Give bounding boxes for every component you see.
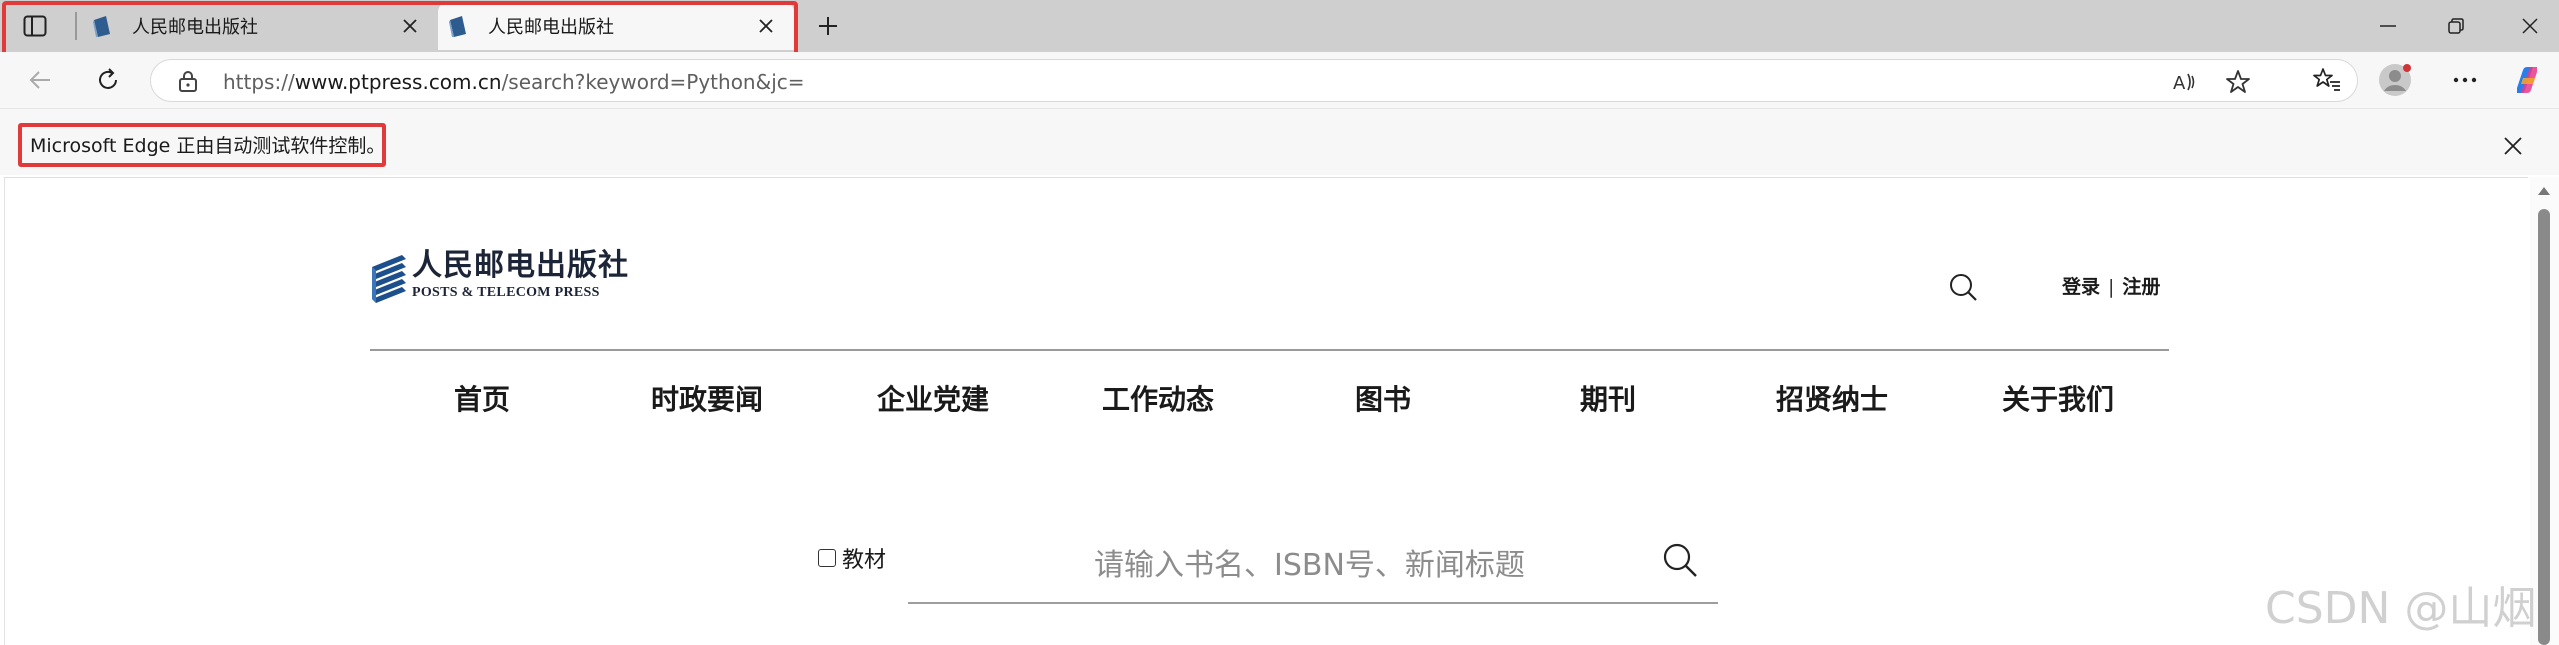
auth-divider: | [2108,276,2115,298]
sidebar-toggle-icon[interactable] [14,10,56,42]
header-divider [370,349,2169,351]
scroll-thumb[interactable] [2538,209,2550,645]
textbook-checkbox[interactable] [818,549,836,567]
nav-item-news[interactable]: 时政要闻 [651,378,763,418]
csdn-watermark: CSDN @山烟 [2265,583,2537,634]
main-nav: 首页 时政要闻 企业党建 工作动态 图书 期刊 招贤纳士 关于我们 [370,378,2169,418]
login-link[interactable]: 登录 [2062,276,2100,298]
tab-title: 人民邮电出版社 [488,17,614,38]
close-infobar-icon[interactable] [2496,129,2530,163]
scroll-up-arrow-icon[interactable] [2538,187,2550,195]
auth-links: 登录 | 注册 [2062,272,2160,299]
search-icon[interactable] [1946,270,1980,304]
lock-icon[interactable] [177,69,199,93]
address-bar[interactable]: https://www.ptpress.com.cn/search?keywor… [150,59,2358,102]
logo-book-stack-icon [372,255,406,303]
register-link[interactable]: 注册 [2122,276,2160,298]
tab-bar: 人民邮电出版社 人民邮电出版社 [0,0,2559,61]
book-favicon-icon [449,16,466,37]
svg-text:A: A [2173,73,2186,94]
profile-avatar-icon[interactable] [2378,63,2412,97]
tab-separator [75,12,77,40]
textbook-filter[interactable]: 教材 [818,542,886,574]
browser-toolbar: https://www.ptpress.com.cn/search?keywor… [0,52,2559,108]
read-aloud-icon[interactable]: A [2171,68,2201,96]
logo-en-text: POSTS & TELECOM PRESS [412,285,600,300]
search-input[interactable]: 请输入书名、ISBN号、新闻标题 [908,530,1718,604]
logo-cn-text: 人民邮电出版社 [412,248,629,283]
search-submit-icon[interactable] [1660,540,1700,580]
automation-infobar: Microsoft Edge 正由自动测试软件控制。 [0,108,2559,175]
nav-item-home[interactable]: 首页 [454,378,510,418]
refresh-icon[interactable] [88,62,128,98]
copilot-icon[interactable] [2510,63,2544,97]
favorite-star-icon[interactable] [2223,68,2253,96]
tab-2-active[interactable]: 人民邮电出版社 [438,2,794,50]
nav-item-journals[interactable]: 期刊 [1580,378,1636,418]
book-favicon-icon [93,16,110,37]
back-icon[interactable] [20,62,60,98]
search-placeholder: 请输入书名、ISBN号、新闻标题 [1094,548,1525,583]
infobar-message: Microsoft Edge 正由自动测试软件控制。 [30,135,386,157]
textbook-label: 教材 [842,548,887,573]
new-tab-icon[interactable] [810,8,846,44]
tab-title: 人民邮电出版社 [132,17,258,38]
nav-item-careers[interactable]: 招贤纳士 [1776,378,1888,418]
restore-icon[interactable] [2436,10,2476,42]
close-window-icon[interactable] [2510,10,2550,42]
close-tab-icon[interactable] [396,12,424,40]
nav-item-books[interactable]: 图书 [1355,378,1411,418]
site-logo[interactable]: 人民邮电出版社 POSTS & TELECOM PRESS [370,249,629,305]
nav-item-party[interactable]: 企业党建 [877,378,989,418]
nav-item-work[interactable]: 工作动态 [1102,378,1214,418]
tab-1[interactable]: 人民邮电出版社 [82,2,438,50]
nav-item-about[interactable]: 关于我们 [2002,378,2114,418]
minimize-icon[interactable] [2368,10,2408,42]
close-tab-icon[interactable] [752,12,780,40]
favorites-icon[interactable] [2310,63,2344,97]
url-text[interactable]: https://www.ptpress.com.cn/search?keywor… [223,70,805,94]
more-menu-icon[interactable] [2448,63,2482,97]
